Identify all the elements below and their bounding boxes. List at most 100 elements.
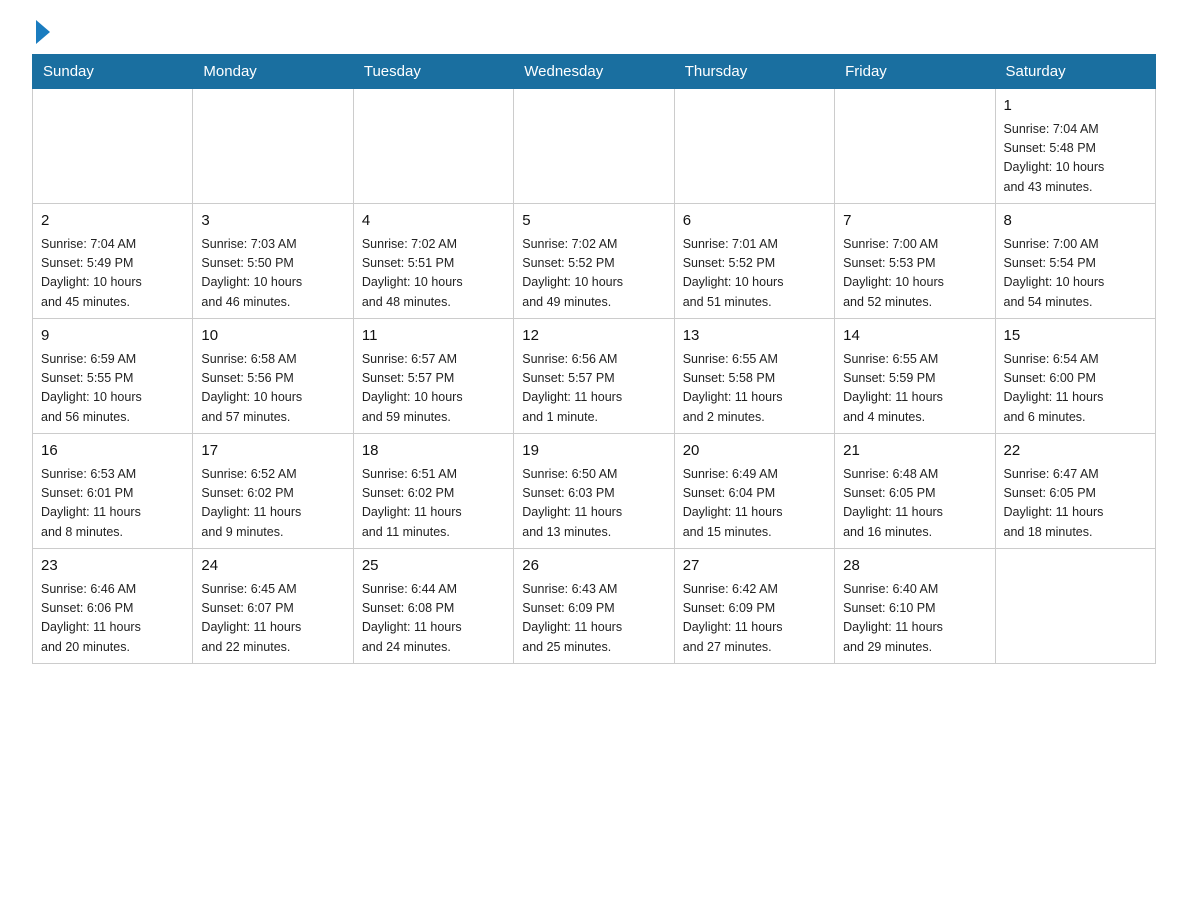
day-info: Sunrise: 6:47 AM Sunset: 6:05 PM Dayligh… — [1004, 465, 1147, 543]
calendar-day-cell — [33, 89, 193, 204]
calendar-day-cell: 25Sunrise: 6:44 AM Sunset: 6:08 PM Dayli… — [353, 549, 513, 664]
day-number: 9 — [41, 325, 184, 348]
day-info: Sunrise: 7:01 AM Sunset: 5:52 PM Dayligh… — [683, 235, 826, 313]
day-info: Sunrise: 6:46 AM Sunset: 6:06 PM Dayligh… — [41, 580, 184, 658]
day-number: 18 — [362, 440, 505, 463]
day-info: Sunrise: 7:03 AM Sunset: 5:50 PM Dayligh… — [201, 235, 344, 313]
calendar-day-cell: 7Sunrise: 7:00 AM Sunset: 5:53 PM Daylig… — [835, 204, 995, 319]
day-number: 1 — [1004, 95, 1147, 118]
day-info: Sunrise: 6:52 AM Sunset: 6:02 PM Dayligh… — [201, 465, 344, 543]
day-of-week-header: Sunday — [33, 55, 193, 89]
day-number: 28 — [843, 555, 986, 578]
day-number: 11 — [362, 325, 505, 348]
calendar-week-row: 1Sunrise: 7:04 AM Sunset: 5:48 PM Daylig… — [33, 89, 1156, 204]
day-info: Sunrise: 7:02 AM Sunset: 5:51 PM Dayligh… — [362, 235, 505, 313]
day-number: 12 — [522, 325, 665, 348]
calendar-day-cell: 20Sunrise: 6:49 AM Sunset: 6:04 PM Dayli… — [674, 434, 834, 549]
day-number: 5 — [522, 210, 665, 233]
day-info: Sunrise: 6:43 AM Sunset: 6:09 PM Dayligh… — [522, 580, 665, 658]
day-number: 25 — [362, 555, 505, 578]
day-info: Sunrise: 6:58 AM Sunset: 5:56 PM Dayligh… — [201, 350, 344, 428]
calendar-day-cell: 24Sunrise: 6:45 AM Sunset: 6:07 PM Dayli… — [193, 549, 353, 664]
calendar-day-cell: 12Sunrise: 6:56 AM Sunset: 5:57 PM Dayli… — [514, 319, 674, 434]
calendar-week-row: 2Sunrise: 7:04 AM Sunset: 5:49 PM Daylig… — [33, 204, 1156, 319]
day-info: Sunrise: 6:53 AM Sunset: 6:01 PM Dayligh… — [41, 465, 184, 543]
day-info: Sunrise: 6:50 AM Sunset: 6:03 PM Dayligh… — [522, 465, 665, 543]
calendar-day-cell — [995, 549, 1155, 664]
calendar-day-cell: 23Sunrise: 6:46 AM Sunset: 6:06 PM Dayli… — [33, 549, 193, 664]
day-info: Sunrise: 6:45 AM Sunset: 6:07 PM Dayligh… — [201, 580, 344, 658]
calendar-day-cell: 3Sunrise: 7:03 AM Sunset: 5:50 PM Daylig… — [193, 204, 353, 319]
calendar-day-cell: 6Sunrise: 7:01 AM Sunset: 5:52 PM Daylig… — [674, 204, 834, 319]
day-info: Sunrise: 6:49 AM Sunset: 6:04 PM Dayligh… — [683, 465, 826, 543]
day-number: 21 — [843, 440, 986, 463]
calendar-day-cell — [514, 89, 674, 204]
calendar-day-cell: 5Sunrise: 7:02 AM Sunset: 5:52 PM Daylig… — [514, 204, 674, 319]
day-number: 20 — [683, 440, 826, 463]
day-info: Sunrise: 7:04 AM Sunset: 5:49 PM Dayligh… — [41, 235, 184, 313]
day-info: Sunrise: 6:57 AM Sunset: 5:57 PM Dayligh… — [362, 350, 505, 428]
day-info: Sunrise: 7:04 AM Sunset: 5:48 PM Dayligh… — [1004, 120, 1147, 198]
calendar-day-cell: 2Sunrise: 7:04 AM Sunset: 5:49 PM Daylig… — [33, 204, 193, 319]
day-number: 4 — [362, 210, 505, 233]
calendar-day-cell: 8Sunrise: 7:00 AM Sunset: 5:54 PM Daylig… — [995, 204, 1155, 319]
calendar-day-cell — [835, 89, 995, 204]
day-number: 2 — [41, 210, 184, 233]
calendar-day-cell: 14Sunrise: 6:55 AM Sunset: 5:59 PM Dayli… — [835, 319, 995, 434]
day-of-week-header: Wednesday — [514, 55, 674, 89]
day-info: Sunrise: 6:51 AM Sunset: 6:02 PM Dayligh… — [362, 465, 505, 543]
day-info: Sunrise: 6:40 AM Sunset: 6:10 PM Dayligh… — [843, 580, 986, 658]
calendar-day-cell: 19Sunrise: 6:50 AM Sunset: 6:03 PM Dayli… — [514, 434, 674, 549]
day-info: Sunrise: 7:00 AM Sunset: 5:53 PM Dayligh… — [843, 235, 986, 313]
calendar-week-row: 16Sunrise: 6:53 AM Sunset: 6:01 PM Dayli… — [33, 434, 1156, 549]
day-number: 13 — [683, 325, 826, 348]
calendar-day-cell — [193, 89, 353, 204]
day-info: Sunrise: 6:42 AM Sunset: 6:09 PM Dayligh… — [683, 580, 826, 658]
calendar-day-cell: 21Sunrise: 6:48 AM Sunset: 6:05 PM Dayli… — [835, 434, 995, 549]
day-info: Sunrise: 6:55 AM Sunset: 5:58 PM Dayligh… — [683, 350, 826, 428]
calendar-day-cell: 26Sunrise: 6:43 AM Sunset: 6:09 PM Dayli… — [514, 549, 674, 664]
day-info: Sunrise: 6:54 AM Sunset: 6:00 PM Dayligh… — [1004, 350, 1147, 428]
logo-arrow-icon — [36, 20, 50, 44]
day-number: 16 — [41, 440, 184, 463]
calendar-table: SundayMondayTuesdayWednesdayThursdayFrid… — [32, 54, 1156, 664]
day-number: 24 — [201, 555, 344, 578]
calendar-day-cell: 9Sunrise: 6:59 AM Sunset: 5:55 PM Daylig… — [33, 319, 193, 434]
day-info: Sunrise: 6:55 AM Sunset: 5:59 PM Dayligh… — [843, 350, 986, 428]
calendar-day-cell: 13Sunrise: 6:55 AM Sunset: 5:58 PM Dayli… — [674, 319, 834, 434]
day-number: 26 — [522, 555, 665, 578]
logo — [32, 24, 50, 42]
calendar-day-cell: 11Sunrise: 6:57 AM Sunset: 5:57 PM Dayli… — [353, 319, 513, 434]
calendar-day-cell: 4Sunrise: 7:02 AM Sunset: 5:51 PM Daylig… — [353, 204, 513, 319]
calendar-day-cell — [353, 89, 513, 204]
calendar-day-cell: 15Sunrise: 6:54 AM Sunset: 6:00 PM Dayli… — [995, 319, 1155, 434]
day-number: 6 — [683, 210, 826, 233]
day-number: 7 — [843, 210, 986, 233]
day-number: 10 — [201, 325, 344, 348]
day-number: 27 — [683, 555, 826, 578]
day-info: Sunrise: 7:00 AM Sunset: 5:54 PM Dayligh… — [1004, 235, 1147, 313]
day-number: 22 — [1004, 440, 1147, 463]
day-number: 19 — [522, 440, 665, 463]
day-of-week-header: Thursday — [674, 55, 834, 89]
day-number: 17 — [201, 440, 344, 463]
calendar-day-cell: 22Sunrise: 6:47 AM Sunset: 6:05 PM Dayli… — [995, 434, 1155, 549]
day-number: 8 — [1004, 210, 1147, 233]
calendar-day-cell: 1Sunrise: 7:04 AM Sunset: 5:48 PM Daylig… — [995, 89, 1155, 204]
calendar-week-row: 23Sunrise: 6:46 AM Sunset: 6:06 PM Dayli… — [33, 549, 1156, 664]
calendar-day-cell: 28Sunrise: 6:40 AM Sunset: 6:10 PM Dayli… — [835, 549, 995, 664]
calendar-day-cell: 17Sunrise: 6:52 AM Sunset: 6:02 PM Dayli… — [193, 434, 353, 549]
page-header — [32, 24, 1156, 42]
day-info: Sunrise: 7:02 AM Sunset: 5:52 PM Dayligh… — [522, 235, 665, 313]
day-of-week-header: Monday — [193, 55, 353, 89]
day-of-week-header: Tuesday — [353, 55, 513, 89]
day-of-week-header: Friday — [835, 55, 995, 89]
day-number: 23 — [41, 555, 184, 578]
day-of-week-header: Saturday — [995, 55, 1155, 89]
calendar-day-cell: 10Sunrise: 6:58 AM Sunset: 5:56 PM Dayli… — [193, 319, 353, 434]
day-info: Sunrise: 6:48 AM Sunset: 6:05 PM Dayligh… — [843, 465, 986, 543]
day-info: Sunrise: 6:56 AM Sunset: 5:57 PM Dayligh… — [522, 350, 665, 428]
day-number: 3 — [201, 210, 344, 233]
calendar-week-row: 9Sunrise: 6:59 AM Sunset: 5:55 PM Daylig… — [33, 319, 1156, 434]
day-number: 15 — [1004, 325, 1147, 348]
